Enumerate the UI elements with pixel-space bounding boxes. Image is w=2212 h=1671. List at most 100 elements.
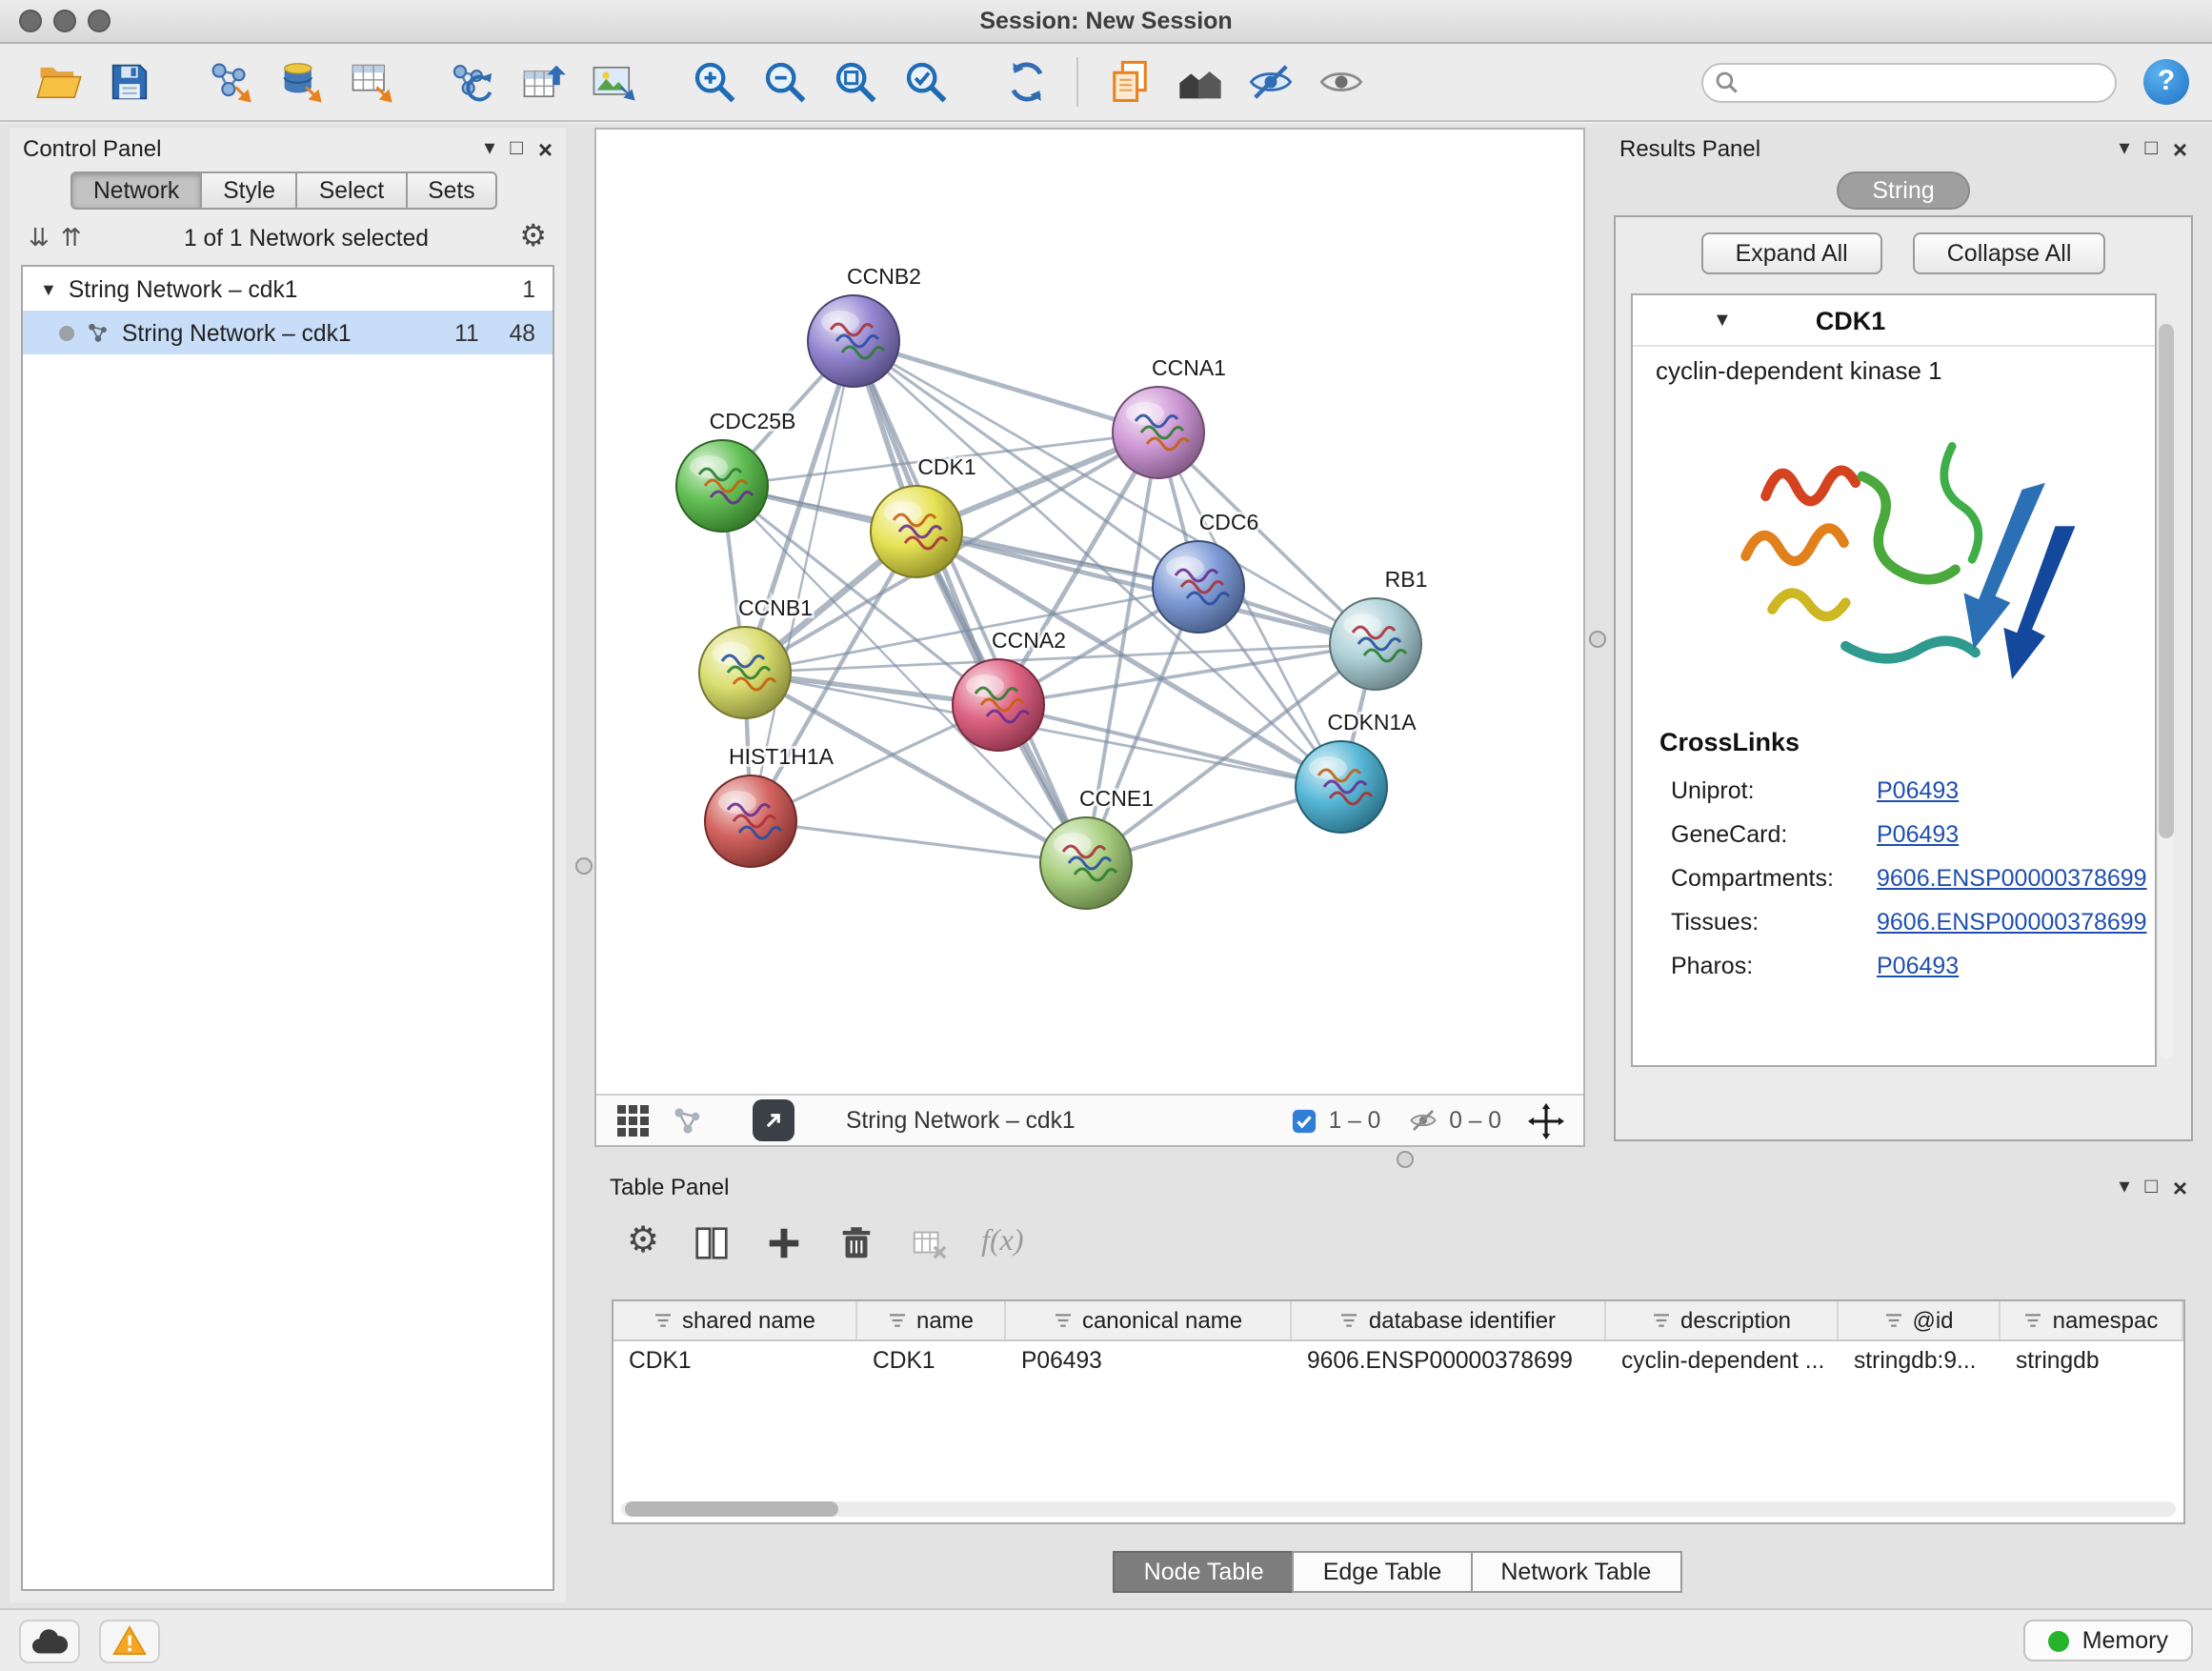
warnings-button[interactable]: [99, 1619, 160, 1662]
panel-float-icon[interactable]: ▾: [2119, 1177, 2129, 1198]
network-node[interactable]: HIST1H1A: [705, 744, 835, 867]
tab-network-table[interactable]: Network Table: [1470, 1551, 1681, 1593]
clone-network-button[interactable]: [1099, 52, 1158, 111]
column-header[interactable]: name: [857, 1301, 1006, 1339]
zoom-out-button[interactable]: [754, 52, 814, 111]
search-input[interactable]: [1701, 62, 2117, 102]
panel-close-icon[interactable]: ×: [2173, 138, 2187, 159]
column-header[interactable]: @id: [1839, 1301, 2001, 1339]
memory-button[interactable]: Memory: [2023, 1620, 2193, 1661]
panel-close-icon[interactable]: ×: [538, 138, 553, 159]
import-table-button[interactable]: [341, 52, 400, 111]
pan-crosshair-icon[interactable]: [1528, 1102, 1564, 1138]
table-settings-gear-icon[interactable]: ⚙: [627, 1227, 659, 1258]
panel-maximize-icon[interactable]: □: [2145, 1177, 2158, 1198]
help-button[interactable]: ?: [2143, 59, 2189, 105]
refresh-layout-button[interactable]: [996, 52, 1056, 111]
selected-nodes-checkbox-icon[interactable]: [1293, 1108, 1317, 1133]
expand-all-button[interactable]: Expand All: [1701, 232, 1882, 274]
gene-disclosure-icon[interactable]: ▼: [1713, 310, 1732, 331]
table-horizontal-scrollbar[interactable]: [621, 1501, 2176, 1517]
delete-table-icon[interactable]: [909, 1222, 949, 1262]
tab-string[interactable]: String: [1836, 171, 1970, 210]
delete-column-trash-icon[interactable]: [836, 1222, 876, 1262]
network-edge[interactable]: [854, 341, 1158, 433]
birds-eye-button[interactable]: [1170, 52, 1229, 111]
save-session-button[interactable]: [99, 52, 158, 111]
minimize-window-button[interactable]: [53, 10, 76, 32]
crosslink-genecard-link[interactable]: P06493: [1877, 820, 1959, 847]
zoom-in-button[interactable]: [684, 52, 743, 111]
panel-float-icon[interactable]: ▾: [484, 138, 494, 159]
tab-style[interactable]: Style: [202, 171, 298, 210]
main-toolbar: ?: [0, 44, 2212, 122]
graphics-details-button[interactable]: [1311, 52, 1370, 111]
panel-close-icon[interactable]: ×: [2173, 1177, 2187, 1198]
network-node[interactable]: CDKN1A: [1296, 710, 1417, 833]
import-network-file-button[interactable]: [200, 52, 259, 111]
export-table-button[interactable]: [513, 52, 572, 111]
network-canvas[interactable]: CCNB2CCNA1CDC25BCDK1CDC6RB1CCNB1CCNA2CDK…: [596, 130, 1583, 1094]
grid-view-icon[interactable]: [615, 1103, 650, 1137]
network-edge[interactable]: [751, 821, 1086, 863]
tab-sets[interactable]: Sets: [407, 171, 497, 210]
collapse-all-button[interactable]: Collapse All: [1913, 232, 2106, 274]
network-node[interactable]: CCNB2: [808, 264, 921, 387]
network-share-icon[interactable]: [671, 1103, 705, 1137]
crosslink-uniprot-link[interactable]: P06493: [1877, 776, 1959, 803]
network-edge[interactable]: [854, 341, 1086, 863]
zoom-selected-button[interactable]: [895, 52, 955, 111]
column-header[interactable]: namespac: [2001, 1301, 2183, 1339]
expand-all-networks-icon[interactable]: ⇊: [29, 223, 50, 253]
close-window-button[interactable]: [19, 10, 42, 32]
network-node[interactable]: CDC6: [1153, 510, 1258, 633]
gene-section-header[interactable]: ▼ CDK1: [1633, 295, 2155, 347]
network-options-gear-icon[interactable]: ⚙: [519, 223, 547, 253]
zoom-selected-icon: [900, 57, 950, 107]
open-session-button[interactable]: [29, 52, 88, 111]
collapse-all-networks-icon[interactable]: ⇈: [61, 223, 82, 253]
table-row[interactable]: CDK1 CDK1 P06493 9606.ENSP00000378699 cy…: [613, 1341, 2183, 1379]
zoom-fit-button[interactable]: [825, 52, 884, 111]
vertical-splitter-handle[interactable]: [575, 857, 593, 875]
cloud-icon: [30, 1626, 69, 1655]
crosslink-compartments-link[interactable]: 9606.ENSP00000378699: [1877, 864, 2147, 891]
column-header[interactable]: shared name: [613, 1301, 857, 1339]
panel-maximize-icon[interactable]: □: [511, 138, 523, 159]
tab-select[interactable]: Select: [298, 171, 407, 210]
panel-float-icon[interactable]: ▾: [2119, 138, 2129, 159]
network-collection-row[interactable]: ▼ String Network – cdk1 1: [23, 267, 553, 311]
network-node[interactable]: CDC25B: [676, 409, 795, 532]
tab-network[interactable]: Network: [70, 171, 202, 210]
hide-panels-button[interactable]: [1240, 52, 1299, 111]
function-builder-icon[interactable]: f(x): [981, 1225, 1023, 1259]
network-row[interactable]: String Network – cdk1 11 48: [23, 311, 553, 354]
crosslink-pharos-link[interactable]: P06493: [1877, 952, 1959, 978]
sort-icon: [1652, 1311, 1671, 1330]
results-scrollbar-thumb[interactable]: [2159, 324, 2174, 838]
crosslink-tissues-link[interactable]: 9606.ENSP00000378699: [1877, 908, 2147, 935]
column-header[interactable]: database identifier: [1292, 1301, 1606, 1339]
import-network-database-button[interactable]: [271, 52, 330, 111]
network-node[interactable]: RB1: [1330, 567, 1427, 690]
cloud-services-button[interactable]: [19, 1619, 80, 1662]
export-image-button[interactable]: [583, 52, 642, 111]
sort-icon: [654, 1311, 673, 1330]
hidden-elements-eye-icon[interactable]: [1407, 1105, 1438, 1136]
horizontal-splitter-handle[interactable]: [1397, 1151, 1414, 1168]
column-header[interactable]: description: [1606, 1301, 1839, 1339]
tab-node-table[interactable]: Node Table: [1114, 1551, 1295, 1593]
table-scrollbar-thumb[interactable]: [625, 1501, 838, 1517]
vertical-splitter-handle[interactable]: [1589, 631, 1606, 648]
results-scrollbar[interactable]: [2159, 324, 2174, 1059]
collection-disclosure-icon[interactable]: ▼: [40, 279, 57, 298]
network-node[interactable]: CCNA1: [1113, 355, 1226, 478]
tab-edge-table[interactable]: Edge Table: [1293, 1551, 1473, 1593]
zoom-window-button[interactable]: [88, 10, 111, 32]
open-in-browser-button[interactable]: [753, 1099, 794, 1141]
new-network-button[interactable]: [442, 52, 501, 111]
panel-maximize-icon[interactable]: □: [2145, 138, 2158, 159]
show-columns-icon[interactable]: [692, 1222, 732, 1262]
add-column-plus-icon[interactable]: [764, 1222, 804, 1262]
column-header[interactable]: canonical name: [1006, 1301, 1292, 1339]
